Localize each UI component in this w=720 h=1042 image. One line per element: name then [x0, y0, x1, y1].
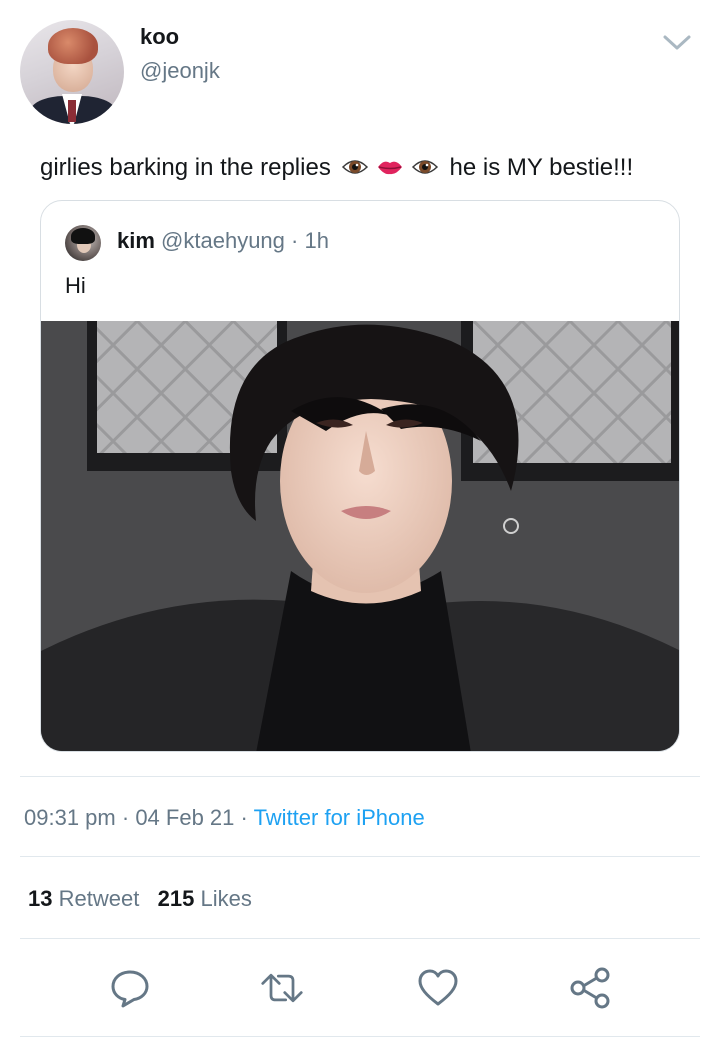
divider — [20, 1036, 700, 1037]
chevron-down-icon[interactable] — [662, 34, 692, 52]
meta-separator: · — [240, 805, 248, 830]
tweet-detail: koo @jeonjk girlies barking in the repli… — [0, 0, 720, 1042]
tweet-time: 09:31 pm — [24, 805, 116, 830]
retweet-button[interactable] — [260, 966, 304, 1010]
quoted-timestamp: 1h — [304, 228, 329, 253]
divider — [20, 776, 700, 777]
retweets-label: Retweet — [58, 886, 140, 911]
reply-button[interactable] — [108, 966, 152, 1010]
lips-emoji-icon — [378, 161, 403, 175]
likes-label: Likes — [200, 886, 252, 911]
tweet-text: girlies barking in the replies he is MY … — [40, 152, 633, 185]
eye-emoji-icon — [342, 160, 369, 175]
author-handle[interactable]: @jeonjk — [140, 58, 220, 84]
eye-emoji-icon — [411, 160, 438, 175]
retweets-stat[interactable]: 13 Retweet — [28, 886, 139, 911]
tweet-meta: 09:31 pm · 04 Feb 21 · Twitter for iPhon… — [24, 805, 425, 831]
tweet-date: 04 Feb 21 — [135, 805, 235, 830]
action-bar — [0, 960, 720, 1016]
emoji-group — [341, 151, 438, 183]
tweet-text-after: he is MY bestie!!! — [449, 154, 634, 181]
quoted-tweet-text: Hi — [65, 273, 86, 298]
avatar-tie — [68, 100, 76, 122]
quoted-separator: · — [291, 228, 299, 253]
quoted-media-photo[interactable] — [41, 321, 679, 751]
tweet-source-link[interactable]: Twitter for iPhone — [254, 805, 425, 830]
quoted-author-avatar[interactable] — [65, 225, 101, 261]
quoted-header: kim @ktaehyung · 1h — [117, 228, 329, 254]
reply-icon — [111, 970, 149, 1008]
tweet-text-before: girlies barking in the replies — [40, 154, 331, 181]
likes-stat[interactable]: 215 Likes — [158, 886, 252, 911]
retweet-icon — [261, 973, 303, 1003]
avatar-hair — [48, 28, 98, 64]
photo-illustration — [41, 321, 679, 751]
share-button[interactable] — [568, 966, 612, 1010]
author-avatar[interactable] — [20, 20, 124, 124]
meta-separator: · — [121, 805, 130, 830]
divider — [20, 938, 700, 939]
quoted-tweet-card[interactable]: kim @ktaehyung · 1h Hi — [40, 200, 680, 752]
retweets-count: 13 — [28, 886, 53, 911]
likes-count: 215 — [157, 886, 195, 911]
divider — [20, 856, 700, 857]
like-button[interactable] — [416, 966, 460, 1010]
tweet-stats: 13 Retweet 215 Likes — [28, 886, 252, 912]
quoted-handle[interactable]: @ktaehyung — [161, 228, 285, 253]
quoted-display-name[interactable]: kim — [117, 228, 155, 253]
share-icon — [570, 967, 610, 1009]
quoted-avatar-hair — [71, 228, 95, 244]
heart-icon — [418, 969, 458, 1006]
author-display-name[interactable]: koo — [140, 24, 179, 50]
